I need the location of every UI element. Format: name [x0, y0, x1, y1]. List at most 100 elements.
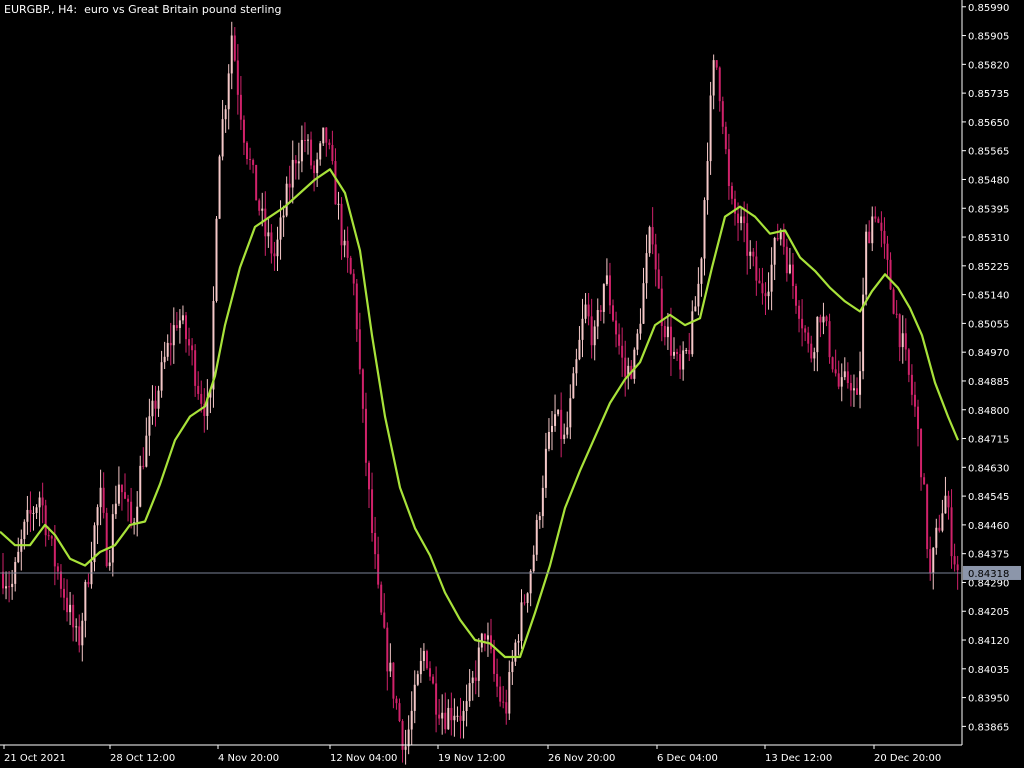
candle — [26, 495, 29, 535]
candle — [41, 482, 44, 524]
candle-body — [361, 369, 364, 409]
candle — [636, 329, 639, 356]
candle-body — [740, 216, 743, 224]
candle — [578, 326, 581, 361]
candle-body — [29, 509, 32, 514]
candle — [706, 142, 709, 215]
candle — [285, 176, 288, 218]
candle-body — [328, 142, 331, 145]
candle-body — [749, 251, 752, 256]
x-tick-label: 20 Dec 20:00 — [874, 753, 941, 764]
y-tick-label: 0.84630 — [968, 463, 1009, 474]
candle — [218, 154, 221, 219]
candle-body — [584, 304, 587, 319]
candle — [929, 536, 932, 581]
candle-body — [75, 626, 78, 628]
candle-body — [767, 291, 770, 297]
candle-body — [517, 640, 520, 643]
candle — [834, 349, 837, 377]
candle-body — [901, 333, 904, 348]
candle — [145, 417, 148, 468]
candle — [941, 499, 944, 533]
candle-body — [371, 489, 374, 534]
last-price-label: 0.84318 — [968, 569, 1009, 580]
candle-body — [124, 492, 126, 499]
candle-body — [868, 231, 871, 244]
candle-body — [154, 400, 157, 409]
candle — [761, 267, 764, 305]
candle-body — [316, 159, 319, 174]
candle-body — [78, 626, 81, 646]
candle-body — [53, 538, 56, 567]
candle-body — [169, 342, 172, 346]
candle — [221, 99, 224, 161]
candle — [639, 308, 642, 340]
candle-body — [563, 434, 566, 440]
candle-body — [569, 398, 572, 428]
candle-body — [886, 243, 889, 260]
candle-body — [636, 333, 639, 350]
candle-body — [880, 222, 883, 231]
candle — [447, 699, 450, 730]
candle-body — [285, 183, 288, 216]
candle — [529, 569, 532, 607]
candle — [425, 649, 428, 670]
candle-body — [310, 139, 313, 166]
y-tick-label: 0.85650 — [968, 118, 1009, 129]
candle — [130, 487, 133, 529]
candle-body — [26, 509, 29, 522]
candle-body — [801, 318, 804, 329]
candle — [386, 622, 389, 691]
candle — [117, 466, 120, 507]
candle — [352, 269, 355, 296]
candle-body — [496, 673, 499, 687]
candle — [490, 618, 492, 654]
chart-area[interactable]: EURGBP., H4: euro vs Great Britain pound… — [0, 0, 1024, 768]
y-tick-label: 0.84120 — [968, 636, 1009, 647]
candle — [538, 511, 541, 529]
candle-body — [136, 506, 139, 523]
candle-body — [852, 388, 855, 391]
candle — [258, 198, 261, 216]
candle — [615, 311, 618, 348]
candle — [523, 594, 526, 606]
candle-body — [282, 215, 285, 218]
candle — [307, 134, 309, 155]
candle-body — [163, 356, 166, 363]
candle-body — [355, 283, 358, 330]
candle — [194, 344, 197, 397]
candle-body — [666, 326, 669, 338]
candle — [172, 307, 175, 364]
candle-body — [493, 649, 496, 674]
candle — [444, 692, 447, 734]
candle-body — [913, 394, 916, 407]
candle — [313, 160, 316, 192]
candle — [50, 535, 53, 546]
candle — [380, 581, 383, 616]
price-chart[interactable]: 0.85990 0.85905 0.85820 0.85735 0.85650 0.855… — [0, 0, 1024, 768]
candle-body — [139, 465, 142, 507]
candle — [666, 312, 669, 350]
candle — [255, 164, 258, 201]
candle-body — [807, 332, 810, 344]
candle — [758, 268, 761, 284]
candle-body — [267, 232, 270, 237]
candles-layer — [2, 21, 959, 765]
candle — [691, 300, 694, 357]
candle — [828, 313, 831, 364]
candle — [807, 326, 810, 353]
y-tick-label: 0.84035 — [968, 665, 1009, 676]
y-tick-label: 0.85565 — [968, 147, 1009, 158]
candle — [932, 547, 935, 590]
candle-body — [907, 349, 910, 375]
candle-body — [441, 712, 444, 719]
candle-body — [712, 60, 715, 96]
candle — [99, 469, 102, 526]
x-tick-label: 19 Nov 12:00 — [438, 753, 505, 764]
candle-body — [883, 230, 886, 244]
candle-body — [615, 320, 618, 335]
candle — [438, 699, 441, 725]
candle — [755, 240, 758, 296]
candle — [657, 253, 660, 289]
candle-body — [224, 109, 227, 120]
